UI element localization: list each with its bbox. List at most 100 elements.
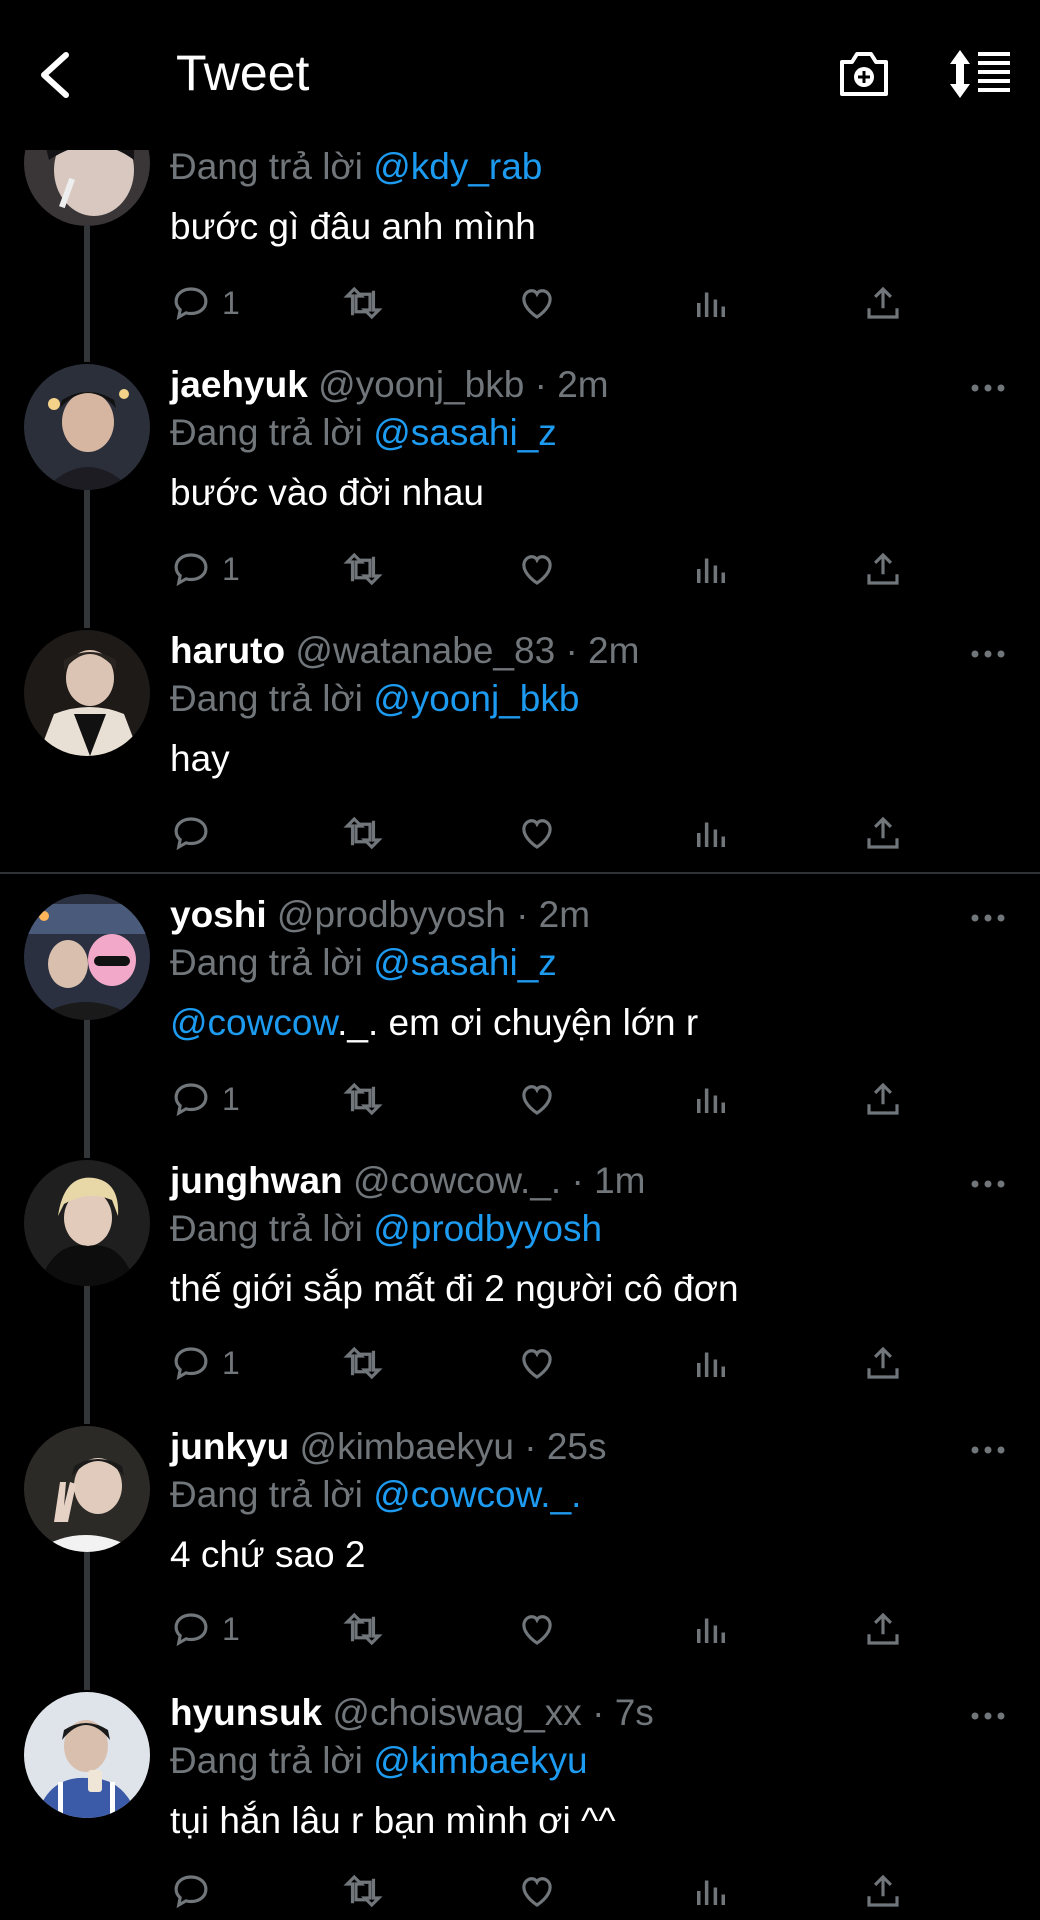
thread-divider [0, 872, 1040, 874]
timestamp: · 7s [592, 1692, 654, 1733]
share-button[interactable] [862, 544, 904, 594]
reply-button[interactable] [170, 1866, 222, 1916]
avatar[interactable] [24, 894, 150, 1020]
user-handle[interactable]: @choiswag_xx [332, 1692, 581, 1733]
share-button[interactable] [862, 1338, 904, 1388]
reply-mention-link[interactable]: @sasahi_z [373, 942, 557, 983]
more-options-icon[interactable] [968, 1443, 1008, 1457]
reply-button[interactable]: 1 [170, 544, 240, 594]
replying-to: Đang trả lời @prodbyyosh [170, 1208, 603, 1249]
reply-button[interactable]: 1 [170, 1604, 240, 1654]
timestamp: · 2m [565, 630, 640, 671]
share-icon [867, 816, 899, 849]
views-button[interactable] [690, 1604, 732, 1654]
reply-button[interactable]: 1 [170, 278, 240, 328]
reply-button[interactable] [170, 808, 222, 858]
retweet-button[interactable] [342, 1604, 384, 1654]
like-button[interactable] [516, 1074, 558, 1124]
reply-mention-link[interactable]: @prodbyyosh [373, 1208, 602, 1249]
analytics-icon [697, 1618, 725, 1643]
like-button[interactable] [516, 278, 558, 328]
tweet-text: @cowcow._. em ơi chuyện lớn r [170, 1002, 698, 1044]
share-button[interactable] [862, 1866, 904, 1916]
heart-icon [522, 289, 552, 319]
thread-line [84, 1020, 90, 1158]
views-button[interactable] [690, 544, 732, 594]
reply-mention-link[interactable]: @cowcow._. [373, 1474, 581, 1515]
more-options-icon[interactable] [968, 1177, 1008, 1191]
retweet-button[interactable] [342, 278, 384, 328]
user-handle[interactable]: @prodbyyosh [277, 894, 506, 935]
user-handle[interactable]: @watanabe_83 [295, 630, 555, 671]
display-name[interactable]: haruto [170, 630, 285, 671]
timestamp: · 2m [534, 364, 609, 405]
reply-icon [174, 1347, 208, 1381]
like-button[interactable] [516, 1604, 558, 1654]
analytics-icon [697, 1880, 725, 1905]
user-handle[interactable]: @cowcow._. [353, 1160, 561, 1201]
retweet-button[interactable] [342, 808, 384, 858]
display-name[interactable]: hyunsuk [170, 1692, 322, 1733]
display-name[interactable]: junghwan [170, 1160, 343, 1201]
reply-thread: Đang trả lời @kdy_rab bước gì đâu anh mì… [0, 0, 1040, 1920]
views-button[interactable] [690, 278, 732, 328]
more-options-icon[interactable] [968, 381, 1008, 395]
reply-mention-link[interactable]: @kimbaekyu [373, 1740, 587, 1781]
views-button[interactable] [690, 1866, 732, 1916]
heart-icon [522, 819, 552, 849]
analytics-icon [697, 1088, 725, 1113]
share-button[interactable] [862, 808, 904, 858]
tweet-actions: 1 [170, 544, 930, 594]
share-button[interactable] [862, 278, 904, 328]
like-button[interactable] [516, 1338, 558, 1388]
like-button[interactable] [516, 808, 558, 858]
reply-mention-link[interactable]: @yoonj_bkb [373, 678, 579, 719]
display-name[interactable]: junkyu [170, 1426, 289, 1467]
reply-mention-link[interactable]: @sasahi_z [373, 412, 557, 453]
retweet-button[interactable] [342, 1338, 384, 1388]
tweet-text-body: ._. em ơi chuyện lớn r [337, 1002, 699, 1043]
user-handle[interactable]: @yoonj_bkb [318, 364, 524, 405]
tweet-text: bước vào đời nhau [170, 472, 484, 513]
tweet-actions [170, 808, 930, 858]
back-button[interactable] [30, 45, 80, 105]
reply-mention-link[interactable]: @kdy_rab [373, 146, 542, 187]
replying-to: Đang trả lời @kdy_rab [170, 146, 543, 187]
avatar[interactable] [24, 1426, 150, 1552]
tweet-header: junghwan @cowcow._. · 1m [170, 1160, 645, 1202]
views-button[interactable] [690, 808, 732, 858]
replying-to: Đang trả lời @sasahi_z [170, 412, 557, 453]
reply-button[interactable]: 1 [170, 1074, 240, 1124]
reply-icon [174, 1875, 208, 1909]
avatar[interactable] [24, 364, 150, 490]
sort-icon[interactable] [948, 48, 1012, 100]
display-name[interactable]: yoshi [170, 894, 267, 935]
share-button[interactable] [862, 1604, 904, 1654]
camera-plus-icon[interactable] [836, 48, 892, 100]
replying-to: Đang trả lời @kimbaekyu [170, 1740, 588, 1781]
views-button[interactable] [690, 1074, 732, 1124]
retweet-icon [343, 1346, 383, 1380]
display-name[interactable]: jaehyuk [170, 364, 308, 405]
like-button[interactable] [516, 544, 558, 594]
text-mention-link[interactable]: @cowcow [170, 1002, 337, 1043]
replying-to: Đang trả lời @sasahi_z [170, 942, 557, 983]
more-options-icon[interactable] [968, 647, 1008, 661]
user-handle[interactable]: @kimbaekyu [300, 1426, 514, 1467]
like-button[interactable] [516, 1866, 558, 1916]
reply-icon [174, 1613, 208, 1647]
reply-button[interactable]: 1 [170, 1338, 240, 1388]
timestamp: · 1m [571, 1160, 646, 1201]
tweet-actions [170, 1866, 930, 1916]
reply-count: 1 [222, 550, 240, 587]
avatar[interactable] [24, 630, 150, 756]
share-button[interactable] [862, 1074, 904, 1124]
more-options-icon[interactable] [968, 911, 1008, 925]
retweet-button[interactable] [342, 1074, 384, 1124]
more-options-icon[interactable] [968, 1709, 1008, 1723]
avatar[interactable] [24, 1160, 150, 1286]
retweet-button[interactable] [342, 1866, 384, 1916]
avatar[interactable] [24, 1692, 150, 1818]
retweet-button[interactable] [342, 544, 384, 594]
views-button[interactable] [690, 1338, 732, 1388]
